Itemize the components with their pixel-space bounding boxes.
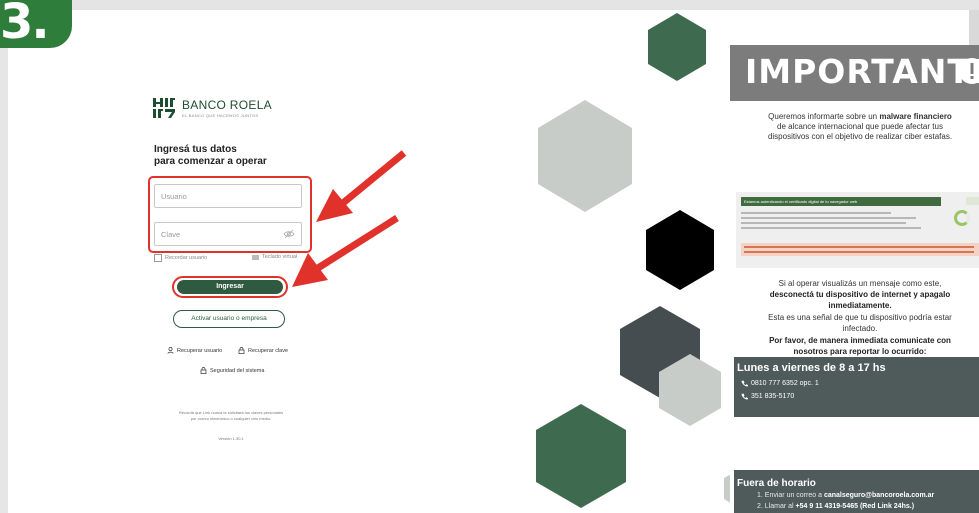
email-address: canalseguro@bancoroela.com.ar <box>823 492 935 499</box>
intro-text: Queremos informarte sobre un malware fin… <box>735 112 979 142</box>
phone-icon <box>741 380 748 387</box>
after-hours-email[interactable]: 1. Enviar un correo a canalseguro@bancor… <box>757 492 934 499</box>
after-hours-phone[interactable]: 2. Llamar al +54 9 11 4319-5465 (Red Lin… <box>757 503 914 510</box>
warning-message-4: Esta es una señal de que tu dispositivo … <box>768 313 952 322</box>
screenshot-text-line <box>741 227 921 229</box>
step-number: 3. <box>0 0 50 50</box>
arrow-to-credentials-icon <box>316 150 407 222</box>
loading-spinner-icon <box>954 210 970 226</box>
warning-message-6: Por favor, de manera inmediata comunicat… <box>769 336 951 345</box>
important-title: IMPORTANTE <box>745 52 979 91</box>
office-hours-title: Lunes a viernes de 8 a 17 hs <box>737 362 886 374</box>
intro-line-1: Queremos informarte sobre un malware fin… <box>768 112 952 121</box>
after-hours-title: Fuera de horario <box>737 478 816 489</box>
phone-line-2[interactable]: 351 835-5170 <box>741 393 794 400</box>
screenshot-text-line <box>741 222 906 224</box>
phone-icon <box>741 393 748 400</box>
arrow-to-button-icon <box>292 215 399 287</box>
phone-1-text: 0810 777 6352 opc. 1 <box>751 380 819 387</box>
screenshot-text-line <box>741 212 891 214</box>
call-number: +54 9 11 4319-5465 (Red Link 24hs.) <box>795 503 915 510</box>
phone-2-text: 351 835-5170 <box>751 393 795 400</box>
warning-message-3: inmediatamente. <box>828 301 892 310</box>
warning-message-5: infectado. <box>842 324 878 333</box>
screenshot-alert-line <box>744 246 974 248</box>
call-prefix: 2. Llamar al <box>757 503 796 510</box>
warning-message-2: desconectá tu dispositivo de internet y … <box>769 290 951 299</box>
warning-icon <box>959 58 979 84</box>
malware-screenshot-header: Estamos autenticando el certificado digi… <box>741 197 941 206</box>
screenshot-text-line <box>741 217 916 219</box>
screenshot-alert-line <box>744 251 974 253</box>
screenshot-alert-box <box>741 243 979 256</box>
warning-message-1: Si al operar visualizás un mensaje como … <box>778 279 942 288</box>
phone-line-1[interactable]: 0810 777 6352 opc. 1 <box>741 380 819 387</box>
email-prefix: 1. Enviar un correo a <box>757 492 824 499</box>
intro-line-3: dispositivos con el objetivo de realizar… <box>767 132 953 141</box>
malware-screenshot-lock <box>966 197 979 205</box>
warning-message-7: nosotros para reportar lo ocurrido: <box>793 347 927 356</box>
intro-line-2: de alcance internacional que puede afect… <box>777 122 943 131</box>
